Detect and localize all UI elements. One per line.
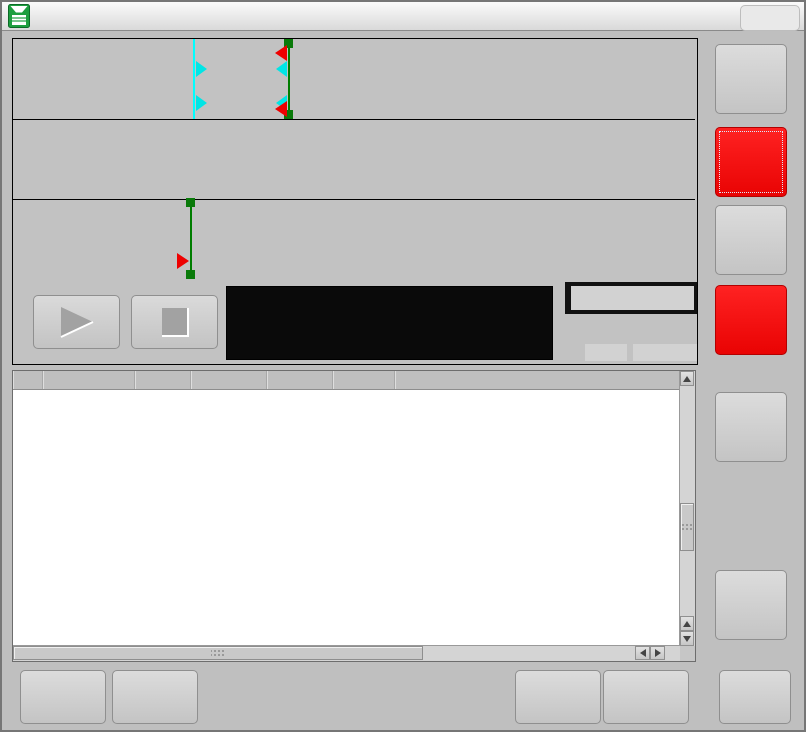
up-arrow-icon bbox=[683, 621, 691, 627]
segue-end-marker-icon[interactable] bbox=[275, 45, 287, 61]
close-button[interactable] bbox=[719, 670, 791, 724]
tracks-remaining-value bbox=[585, 344, 627, 361]
vertical-scrollbar[interactable] bbox=[679, 371, 695, 646]
timer-area bbox=[565, 280, 697, 364]
window-controls bbox=[740, 5, 800, 31]
next-track-button[interactable] bbox=[603, 670, 689, 724]
scroll-up-button2[interactable] bbox=[680, 616, 694, 631]
talk-marker-icon[interactable] bbox=[177, 253, 189, 269]
record-button[interactable] bbox=[715, 127, 787, 197]
play-cursor-handle-icon[interactable] bbox=[196, 95, 207, 111]
shade-window-icon[interactable] bbox=[741, 6, 770, 30]
hit-post-button[interactable] bbox=[715, 392, 787, 462]
log-table-body bbox=[13, 371, 680, 646]
do-over-button[interactable] bbox=[715, 570, 787, 640]
log-table bbox=[12, 370, 696, 662]
stop-button[interactable] bbox=[131, 295, 218, 349]
audio-level-meter bbox=[226, 286, 553, 360]
next-start-handle[interactable] bbox=[186, 198, 195, 207]
scrollbar-corner bbox=[680, 646, 695, 661]
app-icon bbox=[8, 4, 30, 33]
next-start-line[interactable] bbox=[190, 199, 192, 279]
timer-backing bbox=[565, 282, 697, 314]
voice-tracker-window bbox=[0, 0, 806, 732]
right-arrow-icon bbox=[655, 649, 661, 657]
header-cart[interactable] bbox=[191, 371, 267, 389]
fade-marker-icon[interactable] bbox=[276, 61, 287, 77]
waveform-canvas bbox=[13, 39, 695, 279]
horizontal-scroll-thumb[interactable] bbox=[13, 646, 423, 660]
panel-divider bbox=[13, 199, 695, 200]
play-cursor-line[interactable] bbox=[193, 39, 195, 119]
scroll-right-button[interactable] bbox=[650, 646, 665, 660]
track-start-line[interactable] bbox=[288, 39, 290, 119]
scroll-up-button[interactable] bbox=[680, 371, 694, 386]
waveform-panels[interactable] bbox=[13, 39, 695, 279]
titlebar bbox=[2, 2, 804, 31]
header-time[interactable] bbox=[43, 371, 135, 389]
start-track1-button[interactable] bbox=[715, 44, 787, 114]
close-window-icon[interactable] bbox=[770, 6, 799, 30]
scroll-down-button[interactable] bbox=[680, 631, 694, 646]
vertical-scroll-thumb[interactable] bbox=[680, 503, 694, 551]
play-cursor-handle-icon[interactable] bbox=[196, 61, 207, 77]
previous-track-button[interactable] bbox=[515, 670, 601, 724]
abort-button[interactable] bbox=[715, 285, 787, 355]
scroll-left-button[interactable] bbox=[635, 646, 650, 660]
panel-divider bbox=[13, 119, 695, 120]
time-remaining-value bbox=[633, 344, 697, 361]
header-trans[interactable] bbox=[135, 371, 191, 389]
left-arrow-icon bbox=[640, 649, 646, 657]
insert-track-button[interactable] bbox=[20, 670, 106, 724]
transport-bar bbox=[13, 280, 695, 364]
stop-icon bbox=[157, 304, 193, 340]
up-arrow-icon bbox=[683, 376, 691, 382]
play-button[interactable] bbox=[33, 295, 120, 349]
header-title[interactable] bbox=[395, 371, 680, 389]
log-table-header[interactable] bbox=[13, 371, 680, 390]
header-group[interactable] bbox=[267, 371, 333, 389]
header-icon-column bbox=[13, 371, 43, 389]
play-icon bbox=[55, 304, 99, 340]
elapsed-time-display bbox=[571, 286, 694, 310]
start-track2-button[interactable] bbox=[715, 205, 787, 275]
segue-end-marker-icon[interactable] bbox=[275, 101, 287, 117]
next-start-handle[interactable] bbox=[186, 270, 195, 279]
tracker-frame bbox=[12, 38, 698, 365]
meter-scale bbox=[249, 313, 548, 331]
horizontal-scrollbar[interactable] bbox=[13, 645, 680, 661]
down-arrow-icon bbox=[683, 636, 691, 642]
header-length[interactable] bbox=[333, 371, 395, 389]
delete-track-button[interactable] bbox=[112, 670, 198, 724]
